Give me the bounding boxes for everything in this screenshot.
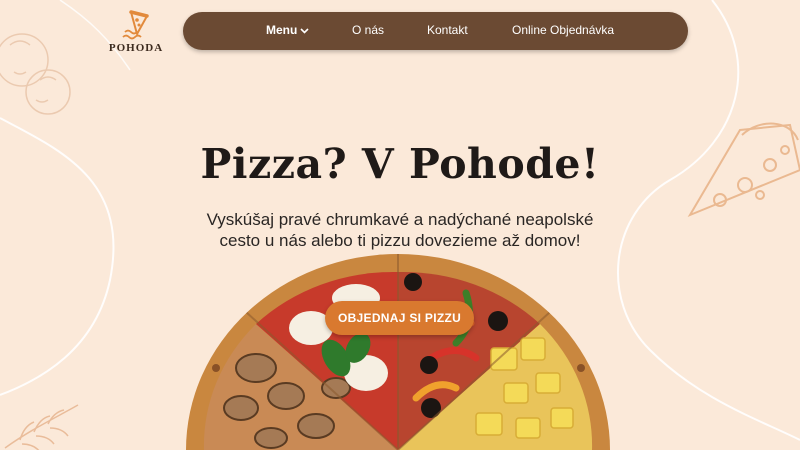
tomato-sketch-icon (0, 33, 71, 115)
nav-item-label: Kontakt (427, 23, 468, 37)
nav-item-menu[interactable]: Menu (266, 23, 309, 37)
hero-subtitle: Vyskúšaj pravé chrumkavé a nadýchané nea… (206, 210, 594, 250)
main-navigation: Menu O nás Kontakt Online Objednávka (183, 12, 688, 50)
pizza-slice-icon (122, 10, 149, 40)
herb-sprig-icon (4, 404, 79, 450)
nav-item-label: Menu (266, 23, 298, 37)
pizza-image (186, 254, 610, 450)
brand-name: POHODA (108, 42, 164, 54)
nav-item-online-objednavka[interactable]: Online Objednávka (512, 23, 614, 37)
brand-logo[interactable]: POHODA (108, 8, 164, 64)
chevron-down-icon (300, 28, 309, 34)
nav-item-o-nas[interactable]: O nás (352, 23, 384, 37)
nav-item-label: Online Objednávka (512, 23, 615, 37)
hero-title: Pizza? V Pohode! (200, 140, 600, 188)
nav-item-label: O nás (352, 23, 385, 37)
nav-item-kontakt[interactable]: Kontakt (427, 23, 468, 37)
order-pizza-button[interactable]: OBJEDNAJ SI PIZZU (325, 301, 474, 335)
